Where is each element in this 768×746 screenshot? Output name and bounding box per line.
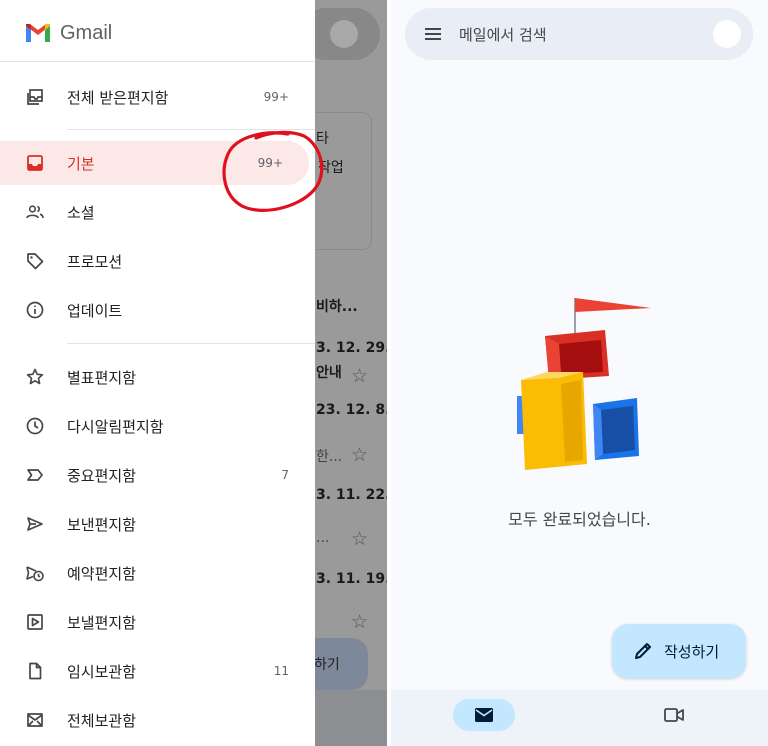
compose-button[interactable]: 작성하기	[612, 624, 746, 678]
tab-meet-video-icon[interactable]	[663, 705, 685, 725]
left-panel: 타 작업 비하... 3. 12. 29. 안내 ☆ 23. 12. 8. 한.…	[0, 0, 387, 746]
nav-label: 보낸편지함	[67, 515, 137, 534]
nav-item-social[interactable]: 소셜	[0, 190, 315, 234]
header-divider	[0, 61, 315, 62]
navigation-drawer: Gmail 전체 받은편지함 99+ 기본 99+ 소셜 프로모션 업데이트 별…	[0, 0, 324, 746]
star-icon[interactable]: ☆	[351, 444, 368, 466]
label-important-icon	[24, 464, 46, 486]
nav-label: 기본	[67, 154, 95, 173]
nav-item-snoozed[interactable]: 다시알림편지함	[0, 404, 315, 448]
avatar[interactable]	[713, 20, 741, 48]
gmail-logo-icon	[26, 24, 50, 42]
nav-label: 전체 받은편지함	[67, 88, 169, 107]
search-placeholder: 메일에서 검색	[459, 26, 547, 44]
mail-icon	[475, 708, 493, 722]
nav-count: 99+	[257, 156, 283, 170]
all-mail-icon	[24, 709, 46, 731]
menu-icon[interactable]	[423, 24, 443, 44]
tab-mail[interactable]	[453, 699, 515, 731]
star-icon[interactable]: ☆	[351, 528, 368, 550]
inbox-icon	[24, 152, 46, 174]
gmail-brand: Gmail	[24, 18, 112, 48]
all-inboxes-icon	[24, 86, 46, 108]
dimmed-text: ...	[316, 530, 330, 546]
nav-item-drafts[interactable]: 임시보관함 11	[0, 649, 315, 693]
dimmed-text: 23. 12. 8.	[316, 402, 387, 418]
dimmed-text: 3. 12. 29.	[316, 340, 387, 356]
nav-item-primary[interactable]: 기본 99+	[0, 141, 309, 185]
nav-label: 보낼편지함	[67, 613, 137, 632]
nav-item-all-inboxes[interactable]: 전체 받은편지함 99+	[0, 75, 315, 119]
nav-item-scheduled[interactable]: 예약편지함	[0, 551, 315, 595]
people-icon	[24, 201, 46, 223]
compose-label: 작성하기	[664, 643, 720, 661]
star-icon[interactable]: ☆	[351, 611, 368, 633]
nav-item-important[interactable]: 중요편지함 7	[0, 453, 315, 497]
clock-icon	[24, 415, 46, 437]
section-divider	[67, 129, 315, 130]
dimmed-text: 3. 11. 22.	[316, 487, 387, 503]
nav-label: 소셜	[67, 203, 95, 222]
nav-item-outbox[interactable]: 보낼편지함	[0, 600, 315, 644]
dimmed-text: 안내	[316, 365, 342, 381]
nav-item-starred[interactable]: 별표편지함	[0, 355, 315, 399]
nav-count: 99+	[263, 90, 289, 104]
nav-item-promotions[interactable]: 프로모션	[0, 239, 315, 283]
nav-label: 전체보관함	[67, 711, 137, 730]
brand-name: Gmail	[60, 21, 113, 44]
all-done-illustration-icon	[517, 298, 651, 470]
nav-item-sent[interactable]: 보낸편지함	[0, 502, 315, 546]
empty-state-message: 모두 완료되었습니다.	[508, 510, 651, 529]
nav-label: 업데이트	[67, 301, 123, 320]
nav-label: 중요편지함	[67, 466, 137, 485]
dimmed-text: 작업	[318, 160, 344, 176]
search-bar[interactable]: 메일에서 검색	[405, 8, 753, 60]
dimmed-text: 3. 11. 19.	[316, 571, 387, 587]
nav-item-updates[interactable]: 업데이트	[0, 288, 315, 332]
send-icon	[24, 513, 46, 535]
nav-label: 임시보관함	[67, 662, 137, 681]
tag-icon	[24, 250, 46, 272]
star-icon[interactable]: ☆	[351, 365, 368, 387]
star-icon	[24, 366, 46, 388]
nav-label: 다시알림편지함	[67, 417, 164, 436]
section-divider	[67, 343, 315, 344]
outbox-icon	[24, 611, 46, 633]
nav-count: 11	[273, 664, 289, 678]
nav-item-all-mail[interactable]: 전체보관함	[0, 698, 315, 742]
dimmed-text: 비하...	[316, 299, 358, 315]
schedule-send-icon	[24, 562, 46, 584]
info-icon	[24, 299, 46, 321]
nav-label: 예약편지함	[67, 564, 137, 583]
nav-count: 7	[281, 468, 289, 482]
draft-icon	[24, 660, 46, 682]
dimmed-text: 타	[316, 131, 329, 147]
dimmed-text: 한...	[316, 449, 343, 465]
nav-label: 프로모션	[67, 252, 123, 271]
bottom-navigation	[391, 690, 768, 746]
nav-label: 별표편지함	[67, 368, 137, 387]
dimmed-avatar	[330, 20, 358, 48]
pencil-icon	[635, 643, 651, 659]
right-panel: 메일에서 검색 모두 완료되었습니다. 작성하기	[391, 0, 768, 746]
